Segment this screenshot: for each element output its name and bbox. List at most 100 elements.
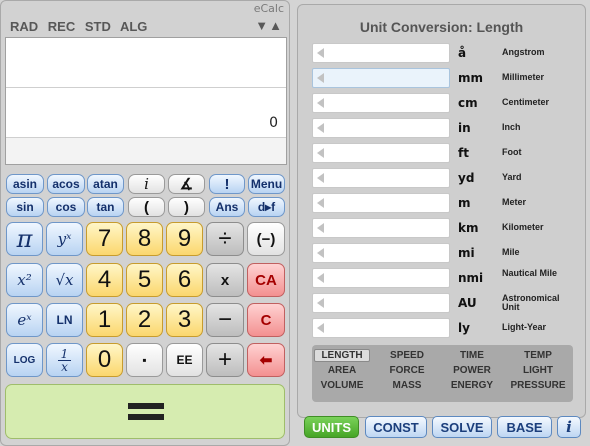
unit-input-light-year[interactable] (312, 318, 450, 338)
y-power-x-key[interactable]: yˣ (46, 222, 83, 256)
unit-name: Nautical Mile (502, 268, 558, 278)
cos-key[interactable]: cos (47, 197, 85, 217)
unit-name: Kilometer (502, 222, 544, 232)
category-volume[interactable]: VOLUME (312, 380, 372, 391)
category-length[interactable]: LENGTH (314, 349, 370, 362)
category-force[interactable]: FORCE (377, 365, 437, 376)
divide-key[interactable]: ÷ (206, 222, 244, 256)
unit-row-foot: ft Foot (312, 143, 576, 164)
category-temp[interactable]: TEMP (508, 350, 568, 361)
display-line-1: 0 (6, 88, 286, 138)
pi-key[interactable]: π (6, 222, 43, 256)
multiply-key[interactable]: x (206, 263, 244, 297)
imaginary-key[interactable]: i (128, 174, 165, 194)
unit-row-meter: m Meter (312, 193, 576, 214)
asin-key[interactable]: asin (6, 174, 44, 194)
unit-abbr: km (458, 221, 479, 235)
info-button[interactable]: i (557, 416, 581, 438)
digit-3-key[interactable]: 3 (166, 303, 203, 337)
digit-1-key[interactable]: 1 (86, 303, 123, 337)
unit-input-foot[interactable] (312, 143, 450, 163)
unit-input-inch[interactable] (312, 118, 450, 138)
log-key[interactable]: LOG (6, 343, 43, 377)
unit-input-yard[interactable] (312, 168, 450, 188)
digit-6-key[interactable]: 6 (166, 263, 203, 297)
unit-input-meter[interactable] (312, 193, 450, 213)
display-scroll-arrows[interactable]: ▼▲ (255, 18, 283, 33)
x-squared-key[interactable]: x² (6, 263, 43, 297)
add-key[interactable]: + (206, 343, 244, 377)
digit-5-key[interactable]: 5 (126, 263, 163, 297)
left-arrow-icon (317, 48, 324, 58)
unit-name: Light-Year (502, 322, 547, 332)
e-power-x-key[interactable]: eˣ (6, 303, 43, 337)
sin-key[interactable]: sin (6, 197, 44, 217)
display-line-2: 0 (6, 138, 286, 164)
category-power[interactable]: POWER (442, 365, 502, 376)
unit-row-millimeter: mm Millimeter (312, 68, 576, 89)
backspace-key[interactable]: ⬅ (247, 343, 285, 377)
unit-name: Yard (502, 172, 522, 182)
digit-2-key[interactable]: 2 (126, 303, 163, 337)
category-pressure[interactable]: PRESSURE (508, 380, 568, 391)
category-speed[interactable]: SPEED (377, 350, 437, 361)
equals-icon-bottom-bar (128, 414, 164, 420)
category-light[interactable]: LIGHT (508, 365, 568, 376)
unit-name: Mile (502, 247, 520, 257)
decimal-to-fraction-key[interactable]: d▸f (248, 197, 285, 217)
factorial-key[interactable]: ! (209, 174, 245, 194)
square-root-key[interactable]: √x (46, 263, 83, 297)
solve-tab-button[interactable]: SOLVE (432, 416, 492, 438)
subtract-key[interactable]: − (206, 303, 244, 337)
units-tab-button[interactable]: UNITS (304, 416, 359, 438)
digit-9-key[interactable]: 9 (166, 222, 203, 256)
digit-7-key[interactable]: 7 (86, 222, 123, 256)
atan-key[interactable]: atan (87, 174, 124, 194)
unit-name: Inch (502, 122, 521, 132)
unit-row-nautical-mile: nmi Nautical Mile (312, 268, 576, 289)
brand-label: eCalc (253, 2, 284, 15)
clear-key[interactable]: C (247, 303, 285, 337)
left-arrow-icon (317, 248, 324, 258)
base-tab-button[interactable]: BASE (497, 416, 552, 438)
digit-4-key[interactable]: 4 (86, 263, 123, 297)
category-mass[interactable]: MASS (377, 380, 437, 391)
unit-input-angstrom[interactable] (312, 43, 450, 63)
acos-key[interactable]: acos (47, 174, 85, 194)
ans-key[interactable]: Ans (209, 197, 245, 217)
category-time[interactable]: TIME (442, 350, 502, 361)
unit-abbr: m (458, 196, 471, 210)
unit-abbr: cm (458, 96, 478, 110)
unit-input-astronomical-unit[interactable] (312, 293, 450, 313)
digit-8-key[interactable]: 8 (126, 222, 163, 256)
unit-input-mile[interactable] (312, 243, 450, 263)
unit-input-centimeter[interactable] (312, 93, 450, 113)
ee-key[interactable]: EE (166, 343, 203, 377)
unit-name: Foot (502, 147, 522, 157)
unit-row-mile: mi Mile (312, 243, 576, 264)
decimal-point-key[interactable]: ▪ (126, 343, 163, 377)
digit-0-key[interactable]: 0 (86, 343, 123, 377)
unit-input-millimeter[interactable] (312, 68, 450, 88)
left-arrow-icon (317, 198, 324, 208)
unit-input-kilometer[interactable] (312, 218, 450, 238)
unit-input-nautical-mile[interactable] (312, 268, 450, 288)
equals-button[interactable] (5, 384, 285, 439)
left-arrow-icon (317, 273, 324, 283)
category-area[interactable]: AREA (312, 365, 372, 376)
ln-key[interactable]: LN (46, 303, 83, 337)
clear-all-key[interactable]: CA (247, 263, 285, 297)
const-tab-button[interactable]: CONST (365, 416, 427, 438)
menu-key[interactable]: Menu (248, 174, 285, 194)
unit-row-centimeter: cm Centimeter (312, 93, 576, 114)
unit-abbr: AU (458, 296, 477, 310)
reciprocal-key[interactable]: 1 x (46, 343, 83, 377)
unit-abbr: yd (458, 171, 475, 185)
negate-key[interactable]: (−) (247, 222, 285, 256)
right-paren-key[interactable]: ) (168, 197, 205, 217)
category-energy[interactable]: ENERGY (442, 380, 502, 391)
mode-indicators[interactable]: RAD REC STD ALG (10, 19, 147, 34)
left-paren-key[interactable]: ( (128, 197, 165, 217)
tan-key[interactable]: tan (87, 197, 124, 217)
angle-key[interactable]: ∡ (168, 174, 205, 194)
